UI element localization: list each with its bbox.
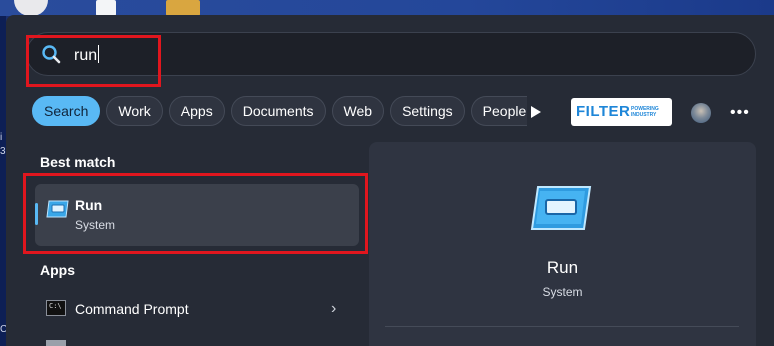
search-highlight-logo[interactable]: FILTER POWERING INDUSTRY: [571, 98, 672, 126]
app-label: Command Prompt: [75, 301, 189, 317]
divider: [385, 326, 739, 327]
command-prompt-icon: C:\: [46, 300, 66, 316]
apps-heading: Apps: [40, 262, 75, 278]
best-match-heading: Best match: [40, 154, 116, 170]
tab-search[interactable]: Search: [32, 96, 101, 126]
tab-documents[interactable]: Documents: [230, 96, 326, 126]
chevron-right-icon[interactable]: ›: [331, 300, 336, 318]
tab-work[interactable]: Work: [106, 96, 163, 126]
run-app-icon-large: [530, 186, 592, 230]
tab-web[interactable]: Web: [331, 96, 385, 126]
desktop-icon[interactable]: [96, 0, 116, 16]
tab-apps[interactable]: Apps: [168, 96, 225, 126]
preview-subtitle: System: [542, 285, 583, 299]
preview-pane: [369, 142, 756, 346]
desktop-background: [0, 0, 774, 16]
annotation-box-best-match: [23, 173, 368, 254]
logo-word: FILTER: [576, 103, 631, 120]
more-tabs-arrow-icon[interactable]: [530, 105, 542, 119]
annotation-box-search: [26, 35, 161, 87]
tab-settings[interactable]: Settings: [390, 96, 465, 126]
logo-tagline: POWERING INDUSTRY: [631, 106, 659, 118]
more-options-icon[interactable]: •••: [730, 104, 750, 122]
desktop-text-fragment: i: [0, 132, 3, 143]
tab-people[interactable]: People: [470, 96, 527, 126]
app-icon: [46, 340, 66, 346]
list-item[interactable]: C:\ Command Prompt ›: [35, 292, 355, 328]
filter-tabs: Search Work Apps Documents Web Settings …: [32, 96, 533, 128]
avatar[interactable]: [691, 103, 711, 123]
desktop-folder-icon[interactable]: [166, 0, 200, 16]
preview-title: Run: [546, 258, 579, 277]
